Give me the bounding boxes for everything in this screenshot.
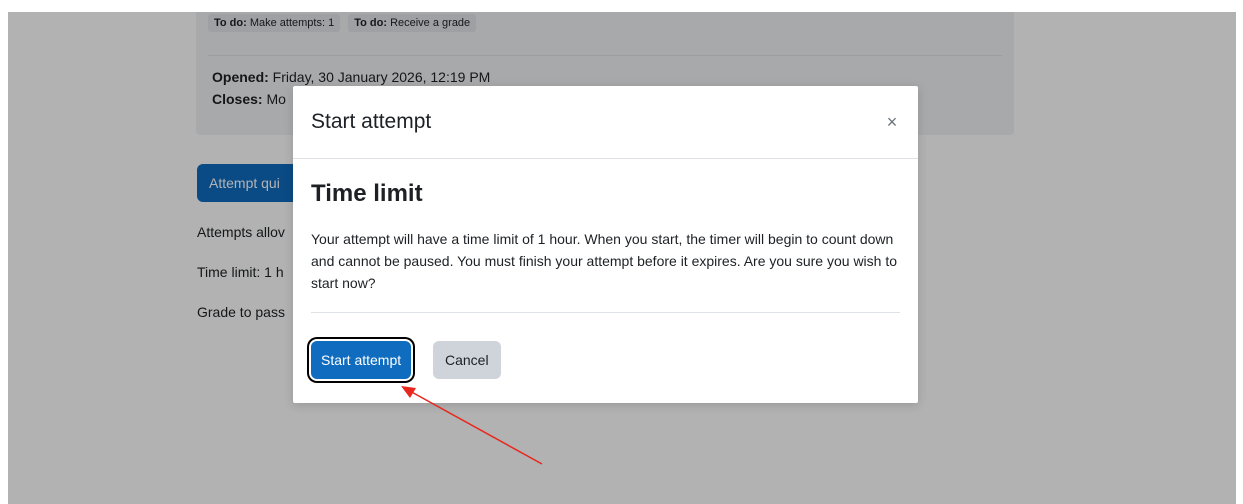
cancel-button[interactable]: Cancel <box>433 341 501 379</box>
modal-title: Start attempt <box>311 110 432 133</box>
close-icon[interactable]: × <box>884 113 900 131</box>
time-limit-heading: Time limit <box>311 180 423 207</box>
time-limit-message: Your attempt will have a time limit of 1… <box>311 231 898 291</box>
start-attempt-button[interactable]: Start attempt <box>311 341 412 379</box>
modal-divider <box>311 312 900 313</box>
modal-header: Start attempt × <box>293 86 918 159</box>
screen-frame: To do: Make attempts: 1 To do: Receive a… <box>8 12 1236 504</box>
start-attempt-dialog: Start attempt × Time limit Your attempt … <box>293 86 918 403</box>
